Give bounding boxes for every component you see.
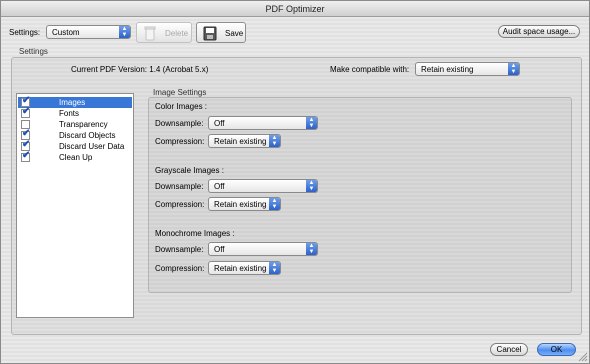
window-title: PDF Optimizer: [1, 1, 589, 17]
select-arrows-icon: ▲ ▼: [306, 180, 317, 192]
monochrome-downsample-select[interactable]: Off ▲ ▼: [208, 242, 318, 256]
clean-up-checkbox[interactable]: ✔: [21, 150, 31, 162]
settings-group-title: Settings: [19, 47, 48, 56]
color-images-heading: Color Images :: [155, 102, 208, 111]
cancel-button[interactable]: Cancel: [490, 343, 528, 356]
list-item-label: Discard User Data: [59, 142, 125, 151]
image-settings-title: Image Settings: [153, 88, 207, 97]
color-downsample-value: Off: [214, 119, 225, 128]
grayscale-downsample-select[interactable]: Off ▲ ▼: [208, 179, 318, 193]
monochrome-compression-label: Compression:: [155, 264, 205, 273]
color-downsample-label: Downsample:: [155, 119, 204, 128]
color-downsample-select[interactable]: Off ▲ ▼: [208, 116, 318, 130]
monochrome-images-heading: Monochrome Images :: [155, 229, 235, 238]
ok-button[interactable]: OK: [537, 343, 576, 356]
color-compression-value: Retain existing: [214, 137, 267, 146]
select-arrows-icon: ▲ ▼: [306, 243, 317, 255]
list-item-fonts[interactable]: ✔ Fonts: [18, 106, 132, 119]
settings-preset-select[interactable]: Custom ▲ ▼: [46, 25, 131, 39]
checkmark-icon: ✔: [22, 128, 31, 139]
save-button[interactable]: Save: [196, 22, 246, 43]
checkmark-icon: ✔: [22, 106, 31, 117]
settings-label: Settings:: [9, 28, 41, 37]
monochrome-compression-select[interactable]: Retain existing ▲ ▼: [208, 261, 281, 275]
floppy-disk-icon: [203, 26, 217, 41]
delete-button-label: Delete: [165, 29, 189, 38]
optimizer-panel-list: ✔ Images ✔ Fonts Transparency ✔ Discard …: [16, 93, 134, 318]
make-compatible-label: Make compatible with:: [330, 65, 410, 74]
save-button-label: Save: [225, 29, 244, 38]
list-item-label: Discard Objects: [59, 131, 116, 140]
monochrome-downsample-value: Off: [214, 245, 225, 254]
list-item-discard-user-data[interactable]: ✔ Discard User Data: [18, 139, 132, 152]
select-arrows-icon: ▲ ▼: [269, 198, 280, 210]
grayscale-compression-select[interactable]: Retain existing ▲ ▼: [208, 197, 281, 211]
current-pdf-version: Current PDF Version: 1.4 (Acrobat 5.x): [71, 65, 209, 74]
grayscale-compression-label: Compression:: [155, 200, 205, 209]
select-arrows-icon: ▲ ▼: [119, 26, 130, 38]
select-arrows-icon: ▲ ▼: [269, 135, 280, 147]
select-arrows-icon: ▲ ▼: [306, 117, 317, 129]
grayscale-compression-value: Retain existing: [214, 200, 267, 209]
pdf-optimizer-window: PDF Optimizer Settings: Custom ▲ ▼ Delete…: [0, 0, 590, 364]
delete-button[interactable]: Delete: [136, 22, 192, 43]
monochrome-compression-value: Retain existing: [214, 264, 267, 273]
grayscale-downsample-value: Off: [214, 182, 225, 191]
select-arrows-icon: ▲ ▼: [269, 262, 280, 274]
list-item-label: Fonts: [59, 109, 80, 118]
list-item-discard-objects[interactable]: ✔ Discard Objects: [18, 128, 132, 141]
make-compatible-value: Retain existing: [421, 65, 474, 74]
fonts-checkbox[interactable]: ✔: [21, 106, 31, 118]
list-item-clean-up[interactable]: ✔ Clean Up: [18, 150, 132, 163]
checkmark-icon: ✔: [22, 139, 31, 150]
list-item-label: Images: [59, 98, 86, 107]
color-compression-select[interactable]: Retain existing ▲ ▼: [208, 134, 281, 148]
color-compression-label: Compression:: [155, 137, 205, 146]
select-arrows-icon: ▲ ▼: [508, 63, 519, 75]
audit-space-usage-button[interactable]: Audit space usage...: [498, 25, 580, 38]
grayscale-downsample-label: Downsample:: [155, 182, 204, 191]
list-item-transparency[interactable]: Transparency: [18, 119, 132, 130]
monochrome-downsample-label: Downsample:: [155, 245, 204, 254]
list-item-label: Clean Up: [59, 153, 93, 162]
make-compatible-select[interactable]: Retain existing ▲ ▼: [415, 62, 520, 76]
grayscale-images-heading: Grayscale Images :: [155, 166, 224, 175]
settings-preset-value: Custom: [52, 28, 80, 37]
resize-grip-icon[interactable]: [577, 351, 588, 362]
list-item-label: Transparency: [59, 120, 108, 129]
trash-icon: [144, 26, 156, 41]
list-item-images[interactable]: ✔ Images: [18, 95, 132, 108]
checkmark-icon: ✔: [22, 95, 31, 106]
checkmark-icon: ✔: [22, 150, 31, 161]
